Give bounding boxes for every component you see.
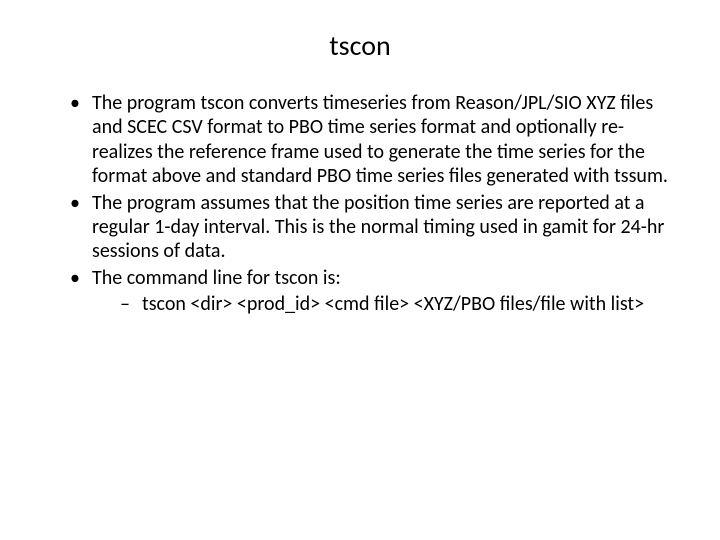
- bullet-text: The program tscon converts timeseries fr…: [92, 91, 668, 188]
- bullet-text: The command line for tscon is:: [92, 266, 341, 290]
- bullet-item: The program tscon converts timeseries fr…: [70, 91, 670, 189]
- bullet-item: The command line for tscon is: tscon <di…: [70, 266, 670, 317]
- sub-item: tscon <dir> <prod_id> <cmd file> <XYZ/PB…: [120, 292, 670, 316]
- sub-text: tscon <dir> <prod_id> <cmd file> <XYZ/PB…: [142, 292, 644, 316]
- bullet-list: The program tscon converts timeseries fr…: [50, 91, 670, 317]
- bullet-item: The program assumes that the position ti…: [70, 191, 670, 264]
- sub-list: tscon <dir> <prod_id> <cmd file> <XYZ/PB…: [92, 292, 670, 316]
- slide-title: tscon: [50, 28, 670, 63]
- bullet-text: The program assumes that the position ti…: [92, 191, 664, 264]
